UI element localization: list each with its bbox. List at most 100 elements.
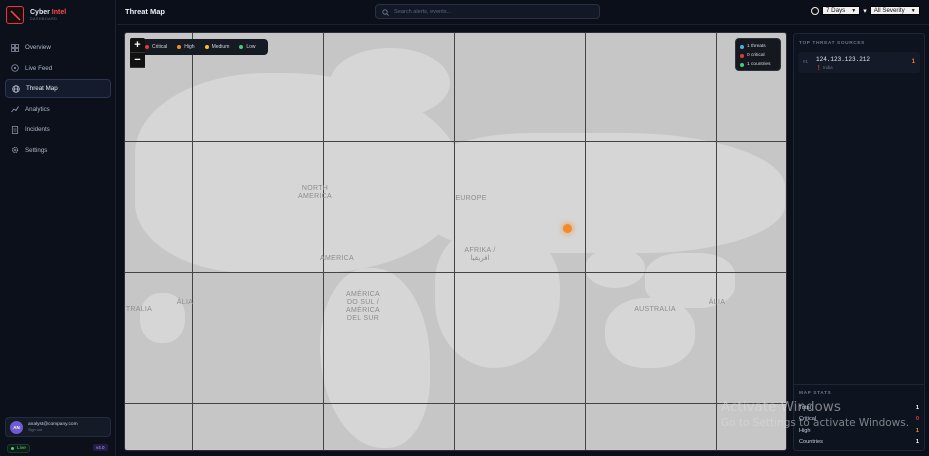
globe-icon bbox=[12, 84, 20, 93]
sidebar-item-settings[interactable]: Settings bbox=[5, 141, 111, 160]
source-rank: #1 bbox=[803, 59, 809, 64]
dot-icon bbox=[740, 44, 744, 49]
sidebar: Cyber Intel DASHBOARD Overview Live Feed… bbox=[0, 0, 116, 456]
label-america: AMERICA bbox=[320, 255, 354, 262]
zoom-in-button[interactable]: + bbox=[130, 38, 145, 53]
label-oceania-left: ÁLIA bbox=[176, 299, 194, 306]
sidebar-item-label: Settings bbox=[25, 146, 48, 154]
clock-icon bbox=[811, 6, 819, 15]
sidebar-item-incidents[interactable]: Incidents bbox=[5, 120, 111, 139]
live-status-text: Live bbox=[17, 446, 26, 451]
watermark-line2: Go to Settings to activate Windows. bbox=[721, 417, 910, 429]
overlay-critical: 0 critical bbox=[740, 51, 776, 60]
document-icon bbox=[11, 125, 19, 134]
label-africa: AFRIKA / افريقيا bbox=[464, 247, 496, 262]
watermark-line1: Activate Windows bbox=[721, 399, 841, 415]
legend-medium: Medium bbox=[204, 44, 230, 50]
right-panel: TOP THREAT SOURCES #1 124.123.123.212 ❗ … bbox=[793, 33, 925, 451]
brand[interactable]: Cyber Intel DASHBOARD bbox=[6, 4, 114, 26]
brand-subtitle: DASHBOARD bbox=[30, 17, 58, 21]
map-gridline bbox=[323, 33, 324, 450]
search-box[interactable] bbox=[375, 4, 600, 19]
label-australia-left: TRALIA bbox=[125, 306, 153, 313]
sidebar-item-overview[interactable]: Overview bbox=[5, 38, 111, 57]
map-gridline bbox=[125, 403, 786, 404]
legend-dot-icon bbox=[204, 45, 209, 49]
chart-icon bbox=[11, 105, 19, 113]
user-email: analyst@company.com bbox=[28, 422, 78, 427]
map-gridline bbox=[192, 33, 193, 450]
zoom-controls: + − bbox=[130, 38, 145, 68]
overlay-text: 1 countries bbox=[747, 62, 771, 67]
top-header: Threat Map 7 Days ▼ ▾ All Severity ▼ bbox=[117, 0, 929, 25]
sidebar-item-label: Live Feed bbox=[25, 64, 53, 72]
zoom-out-button[interactable]: − bbox=[130, 53, 145, 68]
brand-name: Cyber bbox=[30, 9, 52, 16]
chevron-down-icon: ▼ bbox=[851, 7, 857, 14]
grid-icon bbox=[11, 43, 19, 52]
chevron-down-icon: ▼ bbox=[910, 7, 916, 14]
activate-windows-watermark: Activate Windows Go to Settings to activ… bbox=[721, 399, 909, 429]
sign-out-link[interactable]: Sign out bbox=[28, 428, 78, 432]
map-overlay-stats: 1 threats 0 critical 1 countries bbox=[735, 38, 781, 71]
live-dot-icon bbox=[11, 447, 14, 450]
radar-icon bbox=[11, 64, 19, 72]
user-card[interactable]: AN analyst@company.com Sign out bbox=[5, 417, 111, 437]
sidebar-item-analytics[interactable]: Analytics bbox=[5, 100, 111, 119]
map-gridline bbox=[125, 272, 786, 273]
label-europe: EUROPE bbox=[455, 195, 487, 202]
severity-value: All Severity bbox=[873, 7, 905, 14]
page-title: Threat Map bbox=[125, 7, 166, 16]
severity-select[interactable]: All Severity ▼ bbox=[869, 6, 920, 15]
legend-dot-icon bbox=[239, 45, 244, 49]
severity-legend: Critical High Medium Low bbox=[139, 39, 268, 55]
source-count: 1 bbox=[911, 59, 915, 65]
label-north-america: NORTH AMERICA bbox=[298, 185, 332, 200]
top-sources-title: TOP THREAT SOURCES bbox=[799, 41, 865, 46]
live-status-badge: Live bbox=[7, 444, 30, 453]
sidebar-item-label: Overview bbox=[25, 44, 51, 51]
legend-label: High bbox=[184, 44, 195, 50]
legend-label: Medium bbox=[211, 44, 230, 50]
label-south-america: AMÉRICA DO SUL / AMÉRICA DEL SUR bbox=[346, 291, 380, 322]
avatar: AN bbox=[10, 420, 23, 434]
map-gridline bbox=[716, 33, 717, 450]
land-greenland bbox=[330, 48, 450, 118]
search-input[interactable] bbox=[394, 8, 584, 15]
search-icon bbox=[382, 3, 389, 21]
dot-icon bbox=[740, 53, 744, 58]
legend-dot-icon bbox=[145, 45, 149, 49]
sidebar-nav: Overview Live Feed Threat Map Analytics … bbox=[5, 38, 111, 161]
sidebar-item-threat-map[interactable]: Threat Map bbox=[5, 79, 111, 98]
overlay-text: 0 critical bbox=[747, 53, 765, 58]
time-range-select[interactable]: 7 Days ▼ bbox=[822, 6, 861, 15]
legend-label: Critical bbox=[152, 44, 168, 50]
source-ip: 124.123.123.212 bbox=[816, 56, 871, 63]
stat-value: 0 bbox=[915, 416, 919, 423]
label-oceania-right: ÁLIA bbox=[708, 299, 726, 306]
brand-name-accent: Intel bbox=[51, 9, 67, 16]
dot-icon bbox=[740, 62, 744, 67]
header-filters: 7 Days ▼ ▾ All Severity ▼ bbox=[811, 6, 920, 15]
legend-low: Low bbox=[239, 44, 256, 50]
source-country-name: India bbox=[822, 65, 833, 70]
time-range-value: 7 Days bbox=[826, 7, 846, 14]
flag-icon: ❗ bbox=[816, 65, 822, 70]
legend-label: Low bbox=[246, 44, 256, 50]
sidebar-item-label: Incidents bbox=[25, 126, 50, 133]
overlay-threats: 1 threats bbox=[740, 42, 776, 51]
label-australia: AUSTRALIA bbox=[634, 306, 676, 313]
gear-icon bbox=[11, 146, 19, 154]
stat-value: 1 bbox=[915, 427, 919, 434]
legend-critical: Critical bbox=[145, 44, 167, 50]
threat-source-row[interactable]: #1 124.123.123.212 ❗ India 1 bbox=[798, 52, 920, 73]
threat-marker-india[interactable] bbox=[563, 224, 572, 233]
map-stats-title: MAP STATS bbox=[799, 391, 832, 396]
map-gridline bbox=[125, 141, 786, 142]
source-country: ❗ India bbox=[816, 65, 833, 71]
stat-countries: Countries 1 bbox=[799, 437, 919, 449]
sidebar-item-live-feed[interactable]: Live Feed bbox=[5, 59, 111, 78]
sidebar-item-label: Analytics bbox=[25, 105, 50, 113]
stat-value: 1 bbox=[915, 404, 919, 411]
threat-map[interactable]: NORTH AMERICA EUROPE AFRIKA / افريقيا AM… bbox=[124, 32, 787, 451]
